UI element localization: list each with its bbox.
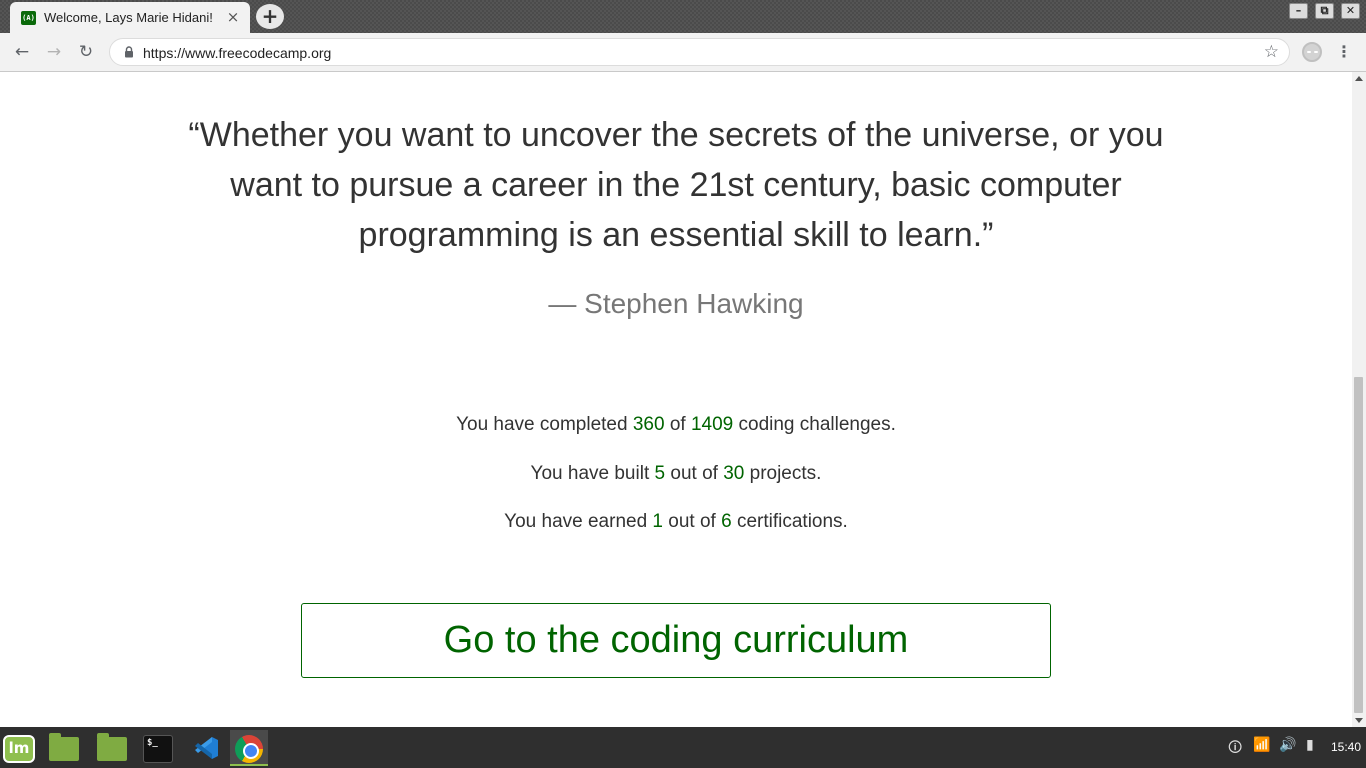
quote-attribution: — Stephen Hawking [548,288,804,319]
certifications-total-count: 6 [721,511,732,532]
security-shield-icon[interactable]: 🛈 [1228,737,1242,761]
url-text: https://www.freecodecamp.org [143,45,332,61]
browser-toolbar: ← → ↻ https://www.freecodecamp.org ☆ ⋮ [0,33,1366,72]
go-to-curriculum-button[interactable]: Go to the coding curriculum [301,603,1051,678]
stat-text: projects. [744,463,822,484]
file-manager-icon [97,733,127,761]
certifications-earned-count: 1 [652,511,663,532]
tab-close-icon[interactable]: × [225,9,241,25]
restore-button[interactable]: ⧉ [1315,3,1334,19]
bookmark-star-icon[interactable]: ☆ [1264,42,1279,62]
chrome-icon [235,735,263,763]
stat-text: You have earned [504,511,653,532]
battery-icon[interactable]: ▮ [1306,737,1314,753]
projects-built-count: 5 [654,463,666,484]
address-bar[interactable]: https://www.freecodecamp.org ☆ [109,38,1290,66]
scroll-down-arrow-icon[interactable] [1355,718,1363,723]
challenges-completed-count: 360 [632,414,665,435]
projects-stat: You have built 5 out of 30 projects. [276,463,1076,485]
os-taskbar: lm $_ 🛈 📶 🔊 ▮ 15:40 [0,727,1366,768]
scroll-up-arrow-icon[interactable] [1355,76,1363,81]
back-button[interactable]: ← [11,41,33,63]
stat-text: coding challenges. [733,414,896,435]
freecodecamp-favicon-icon: (A) [21,11,36,25]
profile-avatar-icon[interactable] [1302,42,1322,62]
challenges-stat: You have completed 360 of 1409 coding ch… [276,414,1076,436]
taskbar-clock[interactable]: 15:40 [1331,740,1361,754]
taskbar-chrome[interactable] [230,730,268,766]
taskbar-vscode[interactable] [187,730,225,766]
tab-title: Welcome, Lays Marie Hidani! | freeCodeCa… [44,10,216,25]
folder-icon [49,733,79,761]
challenges-total-count: 1409 [690,414,734,435]
reload-button[interactable]: ↻ [75,41,97,63]
terminal-icon: $_ [143,735,173,763]
projects-total-count: 30 [723,463,745,484]
page-viewport: “Whether you want to uncover the secrets… [0,72,1352,727]
stat-text: certifications. [731,511,848,532]
minimize-button[interactable]: – [1289,3,1308,19]
taskbar-file-manager[interactable] [93,730,131,766]
hawking-quote: “Whether you want to uncover the secrets… [188,116,1164,254]
scrollbar-thumb[interactable] [1354,377,1363,713]
browser-menu-icon[interactable]: ⋮ [1336,41,1352,63]
stat-text: You have built [530,463,655,484]
stat-text: out of [665,463,724,484]
taskbar-terminal[interactable]: $_ [139,730,177,766]
taskbar-files-launcher[interactable] [45,730,83,766]
start-menu-button[interactable]: lm [0,730,38,766]
stat-text: out of [663,511,722,532]
lock-icon [125,46,133,58]
vscode-icon [195,737,218,759]
browser-tab[interactable]: (A) Welcome, Lays Marie Hidani! | freeCo… [10,2,250,33]
linux-mint-logo-icon: lm [3,735,35,763]
certifications-stat: You have earned 1 out of 6 certification… [276,511,1076,533]
wifi-icon[interactable]: 📶 [1253,737,1270,753]
tab-strip: (A) Welcome, Lays Marie Hidani! | freeCo… [0,0,1366,33]
close-window-button[interactable]: ✕ [1341,3,1360,19]
forward-button[interactable]: → [43,41,65,63]
stat-text: of [664,414,691,435]
new-tab-button[interactable]: + [256,4,284,29]
stat-text: You have completed [456,414,633,435]
page-scrollbar[interactable] [1352,72,1366,727]
volume-icon[interactable]: 🔊 [1279,737,1296,753]
